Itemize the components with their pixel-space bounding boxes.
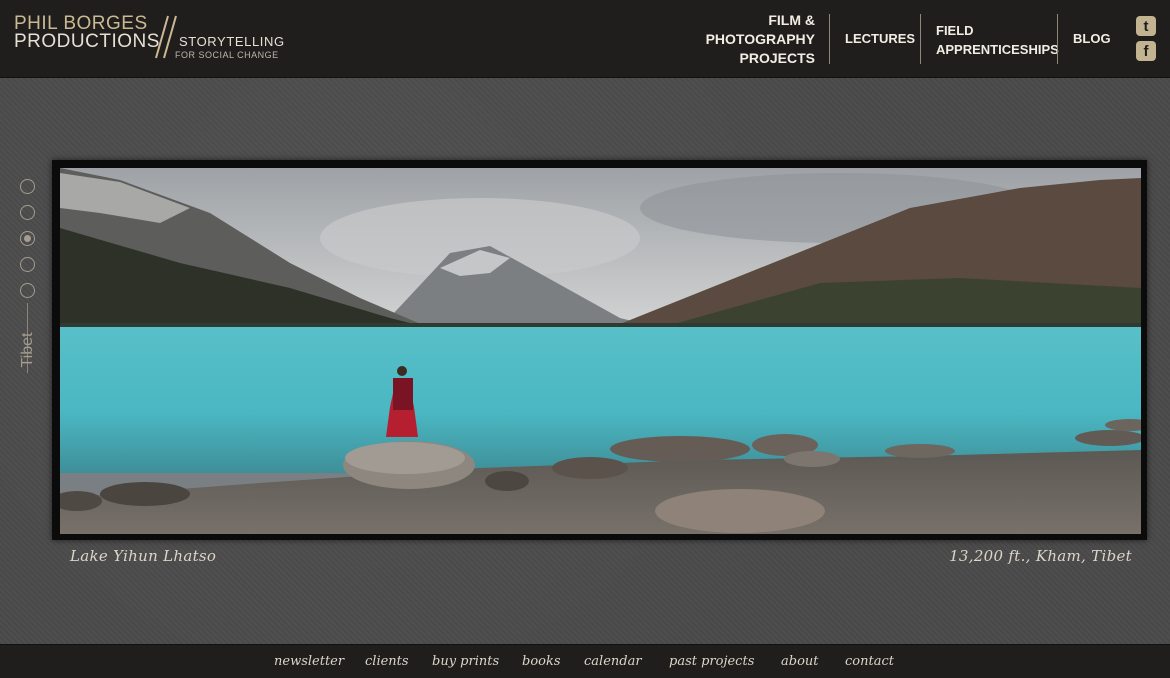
nav-field-apprenticeships[interactable]: FIELD APPRENTICESHIPS — [936, 21, 1059, 59]
twitter-icon[interactable]: t — [1136, 16, 1156, 36]
nav-film-line-2: PHOTOGRAPHY — [705, 31, 815, 47]
nav-field-line-1: FIELD — [936, 23, 974, 38]
nav-film-photography-projects[interactable]: FILM & PHOTOGRAPHY PROJECTS — [690, 11, 815, 68]
footer-link-books[interactable]: books — [522, 654, 561, 669]
logo-subtagline: FOR SOCIAL CHANGE — [175, 50, 279, 60]
nav-field-line-2: APPRENTICESHIPS — [936, 42, 1059, 57]
nav-divider — [829, 14, 830, 64]
landscape-image — [60, 168, 1141, 534]
site-logo[interactable]: PHIL BORGES PRODUCTIONS STORYTELLING FOR… — [14, 12, 304, 62]
nav-film-line-1: FILM & — [768, 12, 815, 28]
gallery-photo[interactable] — [60, 168, 1141, 534]
footer-link-buy-prints[interactable]: buy prints — [432, 654, 499, 669]
nav-divider — [920, 14, 921, 64]
photo-caption-location: 13,200 ft., Kham, Tibet — [949, 547, 1132, 565]
slide-dot-5[interactable] — [20, 283, 35, 298]
twitter-glyph: t — [1143, 18, 1149, 35]
nav-film-line-3: PROJECTS — [739, 50, 815, 66]
facebook-glyph: f — [1143, 43, 1149, 60]
footer-link-about[interactable]: about — [781, 654, 819, 669]
site-header: PHIL BORGES PRODUCTIONS STORYTELLING FOR… — [0, 0, 1170, 78]
slide-dot-3-active[interactable] — [20, 231, 35, 246]
footer-link-contact[interactable]: contact — [845, 654, 894, 669]
logo-line-2: PRODUCTIONS — [14, 31, 160, 52]
footer-link-calendar[interactable]: calendar — [584, 654, 642, 669]
footer-link-clients[interactable]: clients — [365, 654, 409, 669]
nav-blog[interactable]: BLOG — [1073, 29, 1111, 48]
footer-link-newsletter[interactable]: newsletter — [274, 654, 344, 669]
slide-dot-1[interactable] — [20, 179, 35, 194]
nav-lectures[interactable]: LECTURES — [845, 29, 915, 48]
slide-dot-2[interactable] — [20, 205, 35, 220]
footer-link-past-projects[interactable]: past projects — [669, 654, 754, 669]
facebook-icon[interactable]: f — [1136, 41, 1156, 61]
gallery-section-label: Tibet — [19, 332, 36, 368]
logo-tagline: STORYTELLING — [179, 34, 285, 49]
site-footer: newsletter clients buy prints books cale… — [0, 644, 1170, 678]
slide-dot-4[interactable] — [20, 257, 35, 272]
nav-divider — [1057, 14, 1058, 64]
photo-caption-title: Lake Yihun Lhatso — [70, 547, 217, 565]
